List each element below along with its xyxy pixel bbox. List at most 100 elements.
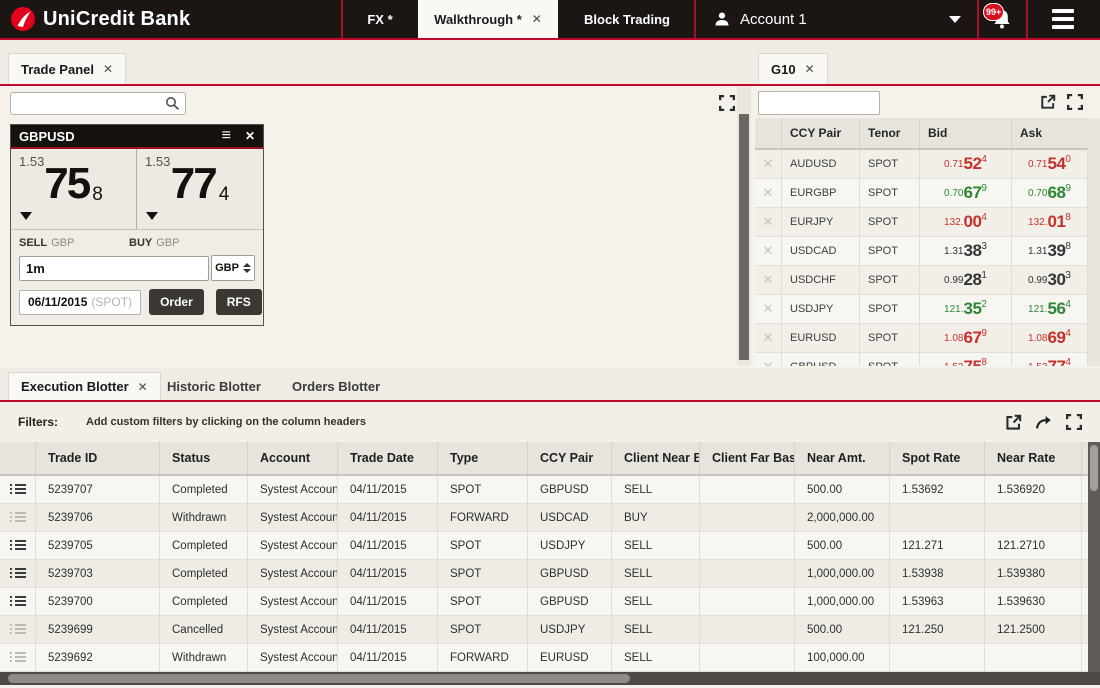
col-type[interactable]: Type bbox=[438, 442, 528, 474]
row-menu-icon[interactable] bbox=[10, 512, 26, 523]
brand: UniCredit Bank bbox=[10, 0, 190, 38]
bid-price[interactable]: 1.08679 bbox=[920, 324, 1012, 352]
rfs-button[interactable]: RFS bbox=[216, 289, 262, 315]
tab-orders-blotter[interactable]: Orders Blotter bbox=[280, 372, 392, 400]
tab-trade-panel[interactable]: Trade Panel ✕ bbox=[8, 53, 126, 84]
vertical-scrollbar[interactable] bbox=[1088, 442, 1100, 672]
col-trade-id[interactable]: Trade ID bbox=[36, 442, 160, 474]
blotter-row[interactable]: 5239705CompletedSystest Account04/11/201… bbox=[0, 532, 1100, 560]
close-icon[interactable]: ✕ bbox=[138, 380, 148, 394]
bid-price[interactable]: 132.004 bbox=[920, 208, 1012, 236]
row-menu-icon[interactable] bbox=[10, 596, 26, 607]
col-tenor[interactable]: Tenor bbox=[860, 118, 920, 148]
col-near-amt[interactable]: Near Amt. bbox=[795, 442, 890, 474]
remove-pair-icon[interactable]: ✕ bbox=[755, 179, 782, 207]
account-selector[interactable]: Account 1 bbox=[696, 0, 977, 38]
horizontal-scrollbar[interactable] bbox=[0, 672, 1100, 685]
remove-pair-icon[interactable]: ✕ bbox=[755, 353, 782, 366]
tab-execution-blotter[interactable]: Execution Blotter ✕ bbox=[8, 372, 161, 400]
tab-g10[interactable]: G10 ✕ bbox=[758, 53, 828, 84]
menu-button[interactable] bbox=[1026, 0, 1100, 38]
blotter-row[interactable]: 5239700CompletedSystest Account04/11/201… bbox=[0, 588, 1100, 616]
value-date-field[interactable]: 06/11/2015 (SPOT) bbox=[19, 290, 141, 315]
remove-pair-icon[interactable]: ✕ bbox=[755, 266, 782, 294]
client-near-base-cell: SELL bbox=[612, 644, 700, 671]
order-button[interactable]: Order bbox=[149, 289, 204, 315]
bid-price[interactable]: 0.99281 bbox=[920, 266, 1012, 294]
scrollbar-thumb[interactable] bbox=[8, 674, 630, 683]
pair-filter-input[interactable] bbox=[758, 91, 880, 115]
ask-price[interactable]: 1.53774 bbox=[1012, 353, 1088, 366]
row-menu-icon[interactable] bbox=[10, 652, 26, 663]
col-ccy-pair[interactable]: CCY Pair bbox=[528, 442, 612, 474]
remove-pair-icon[interactable]: ✕ bbox=[755, 237, 782, 265]
ask-price[interactable]: 1.31398 bbox=[1012, 237, 1088, 265]
row-menu-icon[interactable] bbox=[10, 624, 26, 635]
near-rate-cell bbox=[985, 644, 1082, 671]
col-bid[interactable]: Bid bbox=[920, 118, 1012, 148]
tab-walkthrough[interactable]: Walkthrough * ✕ bbox=[418, 0, 558, 38]
close-icon[interactable]: ✕ bbox=[245, 129, 255, 143]
col-client-near-base[interactable]: Client Near Base bbox=[612, 442, 700, 474]
blotter-row[interactable]: 5239699CancelledSystest Account04/11/201… bbox=[0, 616, 1100, 644]
close-icon[interactable]: ✕ bbox=[805, 62, 815, 76]
popout-icon[interactable] bbox=[1005, 414, 1022, 431]
rates-row: ✕EURUSDSPOT1.086791.08694 bbox=[755, 324, 1088, 353]
amount-input[interactable] bbox=[19, 256, 209, 281]
trade-id-cell: 5239700 bbox=[36, 588, 160, 615]
ask-price[interactable]: 0.70689 bbox=[1012, 179, 1088, 207]
col-ccy-pair[interactable]: CCY Pair bbox=[782, 118, 860, 148]
tab-fx[interactable]: FX * bbox=[343, 0, 417, 38]
blotter-row[interactable]: 5239707CompletedSystest Account04/11/201… bbox=[0, 476, 1100, 504]
bid-price[interactable]: 0.71524 bbox=[920, 150, 1012, 178]
tab-historic-blotter[interactable]: Historic Blotter bbox=[155, 372, 273, 400]
scrollbar-thumb[interactable] bbox=[1090, 445, 1098, 491]
share-icon[interactable] bbox=[1035, 415, 1053, 430]
col-status[interactable]: Status bbox=[160, 442, 248, 474]
rates-table: CCY Pair Tenor Bid Ask ✕AUDUSDSPOT0.7152… bbox=[755, 118, 1088, 366]
ask-price[interactable]: 0.71540 bbox=[1012, 150, 1088, 178]
row-menu-icon[interactable] bbox=[10, 540, 26, 551]
bid-price[interactable]: 1.31383 bbox=[920, 237, 1012, 265]
remove-pair-icon[interactable]: ✕ bbox=[755, 208, 782, 236]
fullscreen-icon[interactable] bbox=[1066, 414, 1082, 430]
search-input[interactable] bbox=[10, 92, 186, 115]
status-cell: Completed bbox=[160, 532, 248, 559]
col-ask[interactable]: Ask bbox=[1012, 118, 1088, 148]
remove-pair-icon[interactable]: ✕ bbox=[755, 150, 782, 178]
bid-price[interactable]: 1.53758 bbox=[920, 353, 1012, 366]
ask-price[interactable]: 0.99303 bbox=[1012, 266, 1088, 294]
remove-pair-icon[interactable]: ✕ bbox=[755, 295, 782, 323]
ask-price[interactable]: 121.564 bbox=[1012, 295, 1088, 323]
bid-price[interactable]: 0.70679 bbox=[920, 179, 1012, 207]
blotter-row[interactable]: 5239706WithdrawnSystest Account04/11/201… bbox=[0, 504, 1100, 532]
ask-price[interactable]: 1.08694 bbox=[1012, 324, 1088, 352]
vertical-scrollbar[interactable] bbox=[737, 86, 751, 366]
close-icon[interactable]: ✕ bbox=[532, 12, 542, 26]
remove-pair-icon[interactable]: ✕ bbox=[755, 324, 782, 352]
col-account[interactable]: Account bbox=[248, 442, 338, 474]
vertical-scrollbar[interactable] bbox=[1088, 118, 1100, 366]
fullscreen-icon[interactable] bbox=[1067, 94, 1083, 110]
col-trade-date[interactable]: Trade Date bbox=[338, 442, 438, 474]
widget-menu-icon[interactable]: ≡ bbox=[222, 128, 231, 144]
bid-price[interactable]: 121.352 bbox=[920, 295, 1012, 323]
close-icon[interactable]: ✕ bbox=[103, 62, 113, 76]
blotter-row[interactable]: 5239692WithdrawnSystest Account04/11/201… bbox=[0, 644, 1100, 672]
row-menu-icon[interactable] bbox=[10, 484, 26, 495]
blotter-row[interactable]: 5239703CompletedSystest Account04/11/201… bbox=[0, 560, 1100, 588]
scrollbar-thumb[interactable] bbox=[739, 114, 749, 360]
col-near-rate[interactable]: Near Rate bbox=[985, 442, 1082, 474]
col-client-far-base[interactable]: Client Far Base bbox=[700, 442, 795, 474]
popout-icon[interactable] bbox=[1040, 94, 1056, 110]
trade-id-cell: 5239706 bbox=[36, 504, 160, 531]
tab-block-trading[interactable]: Block Trading bbox=[558, 0, 696, 38]
ask-price[interactable]: 132.018 bbox=[1012, 208, 1088, 236]
fullscreen-icon[interactable] bbox=[719, 95, 735, 111]
buy-price-tile[interactable]: 1.53 774 bbox=[137, 149, 263, 229]
notifications-button[interactable]: 99+ bbox=[977, 0, 1026, 38]
col-spot-rate[interactable]: Spot Rate bbox=[890, 442, 985, 474]
sell-price-tile[interactable]: 1.53 758 bbox=[11, 149, 137, 229]
row-menu-icon[interactable] bbox=[10, 568, 26, 579]
currency-selector[interactable]: GBP bbox=[211, 255, 255, 281]
